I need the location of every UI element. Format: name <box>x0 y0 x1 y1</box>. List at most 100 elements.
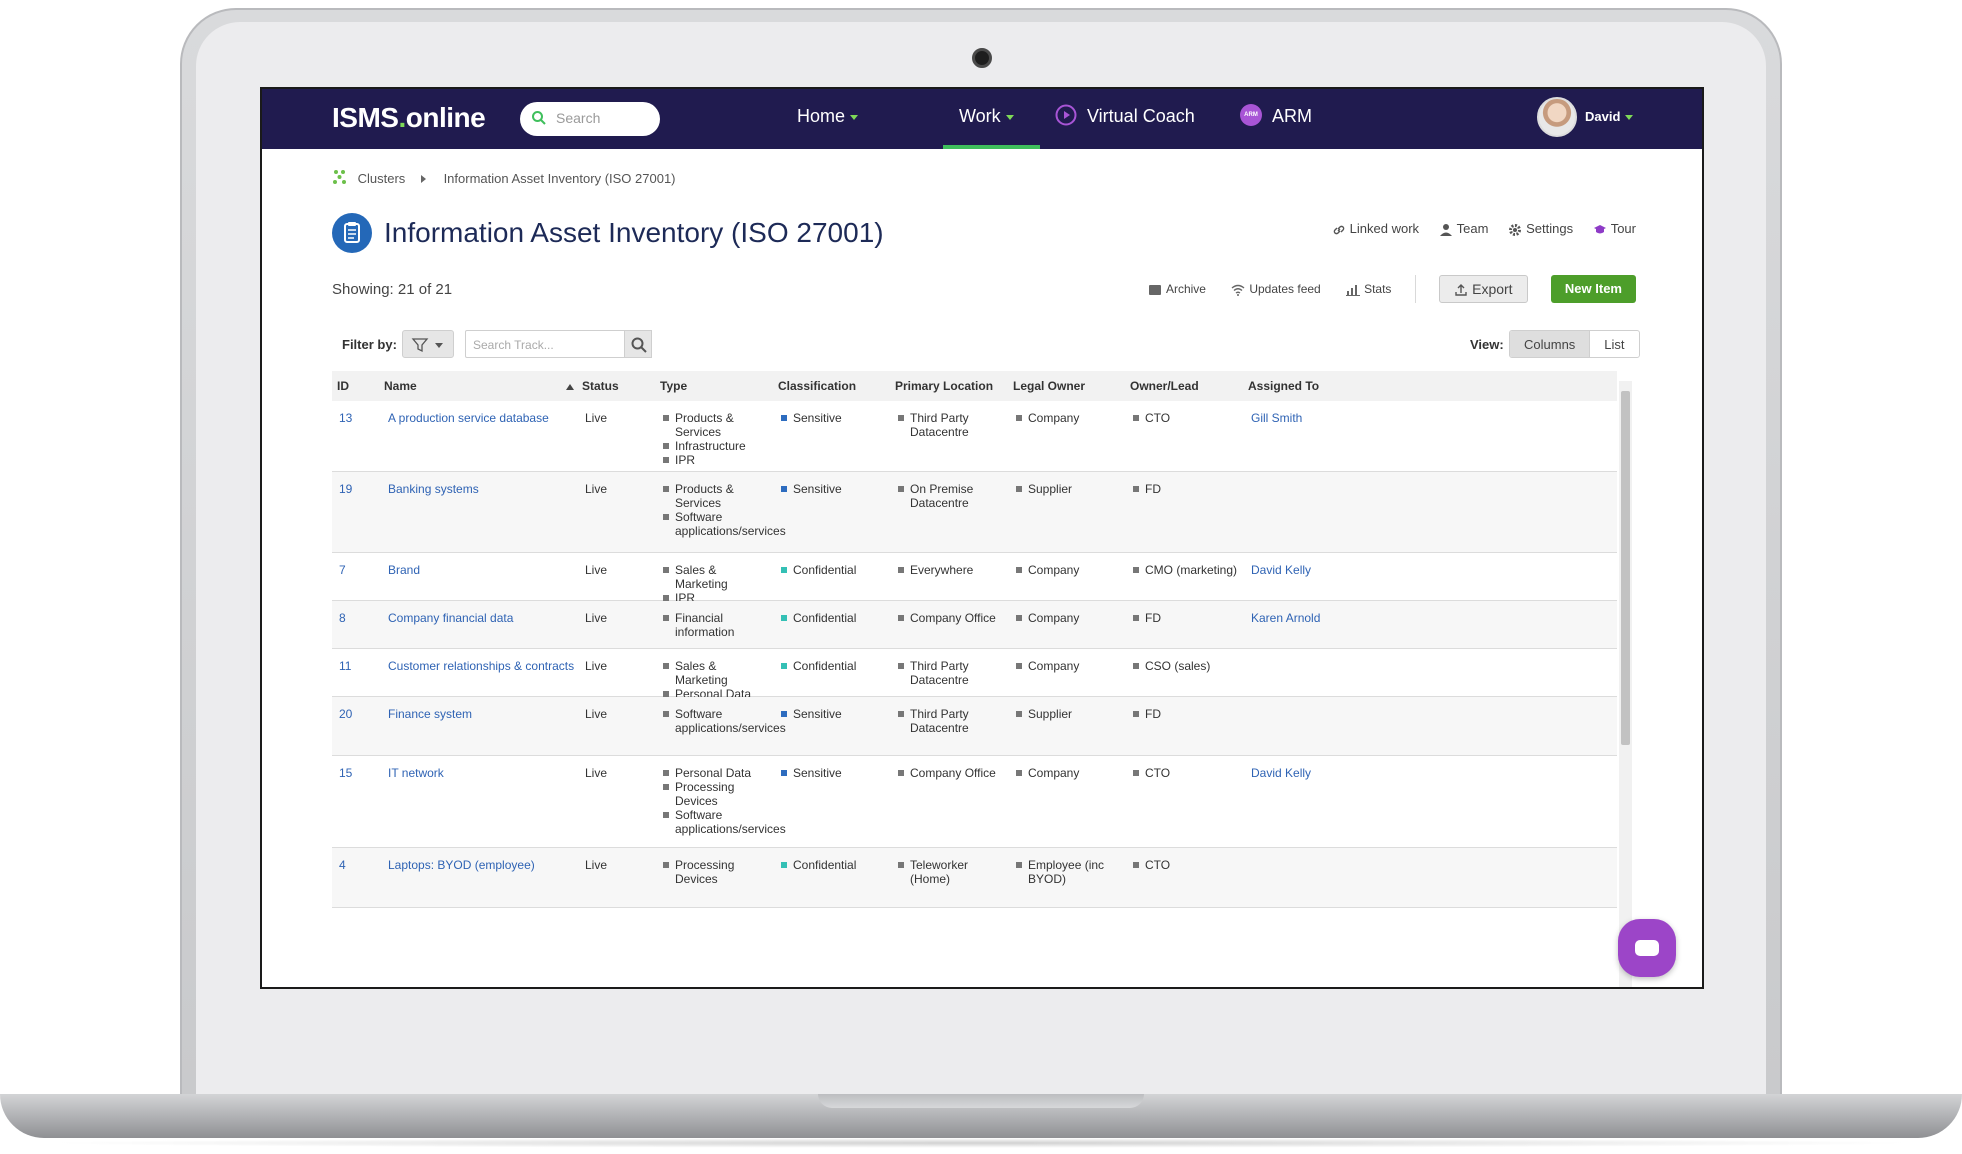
sort-asc-icon[interactable] <box>566 379 574 393</box>
new-item-button[interactable]: New Item <box>1550 275 1636 303</box>
asset-table: ID Name Status Type Classification Prima… <box>332 371 1632 987</box>
chat-button[interactable] <box>1618 919 1676 977</box>
row-id[interactable]: 13 <box>339 411 369 425</box>
table-row[interactable]: 7 Brand Live Sales & Marketing IPR Confidenti… <box>332 553 1617 605</box>
scrollbar[interactable] <box>1619 381 1632 987</box>
row-status: Live <box>585 766 608 780</box>
search-icon <box>631 337 647 353</box>
filter-dropdown[interactable] <box>402 330 454 358</box>
page-links: Linked work Team Settings Tour <box>1316 221 1636 237</box>
row-location: Company Office <box>898 766 998 780</box>
tour-link[interactable]: Tour <box>1593 221 1636 236</box>
breadcrumb-clusters[interactable]: Clusters <box>358 171 406 186</box>
view-label: View: <box>1470 337 1504 352</box>
stats-button[interactable]: Stats <box>1346 282 1391 296</box>
row-name-link[interactable]: IT network <box>388 766 578 780</box>
team-link[interactable]: Team <box>1439 221 1488 236</box>
row-type-item: Software applications/services <box>663 707 786 735</box>
bar-chart-icon <box>1346 284 1361 296</box>
row-name-link[interactable]: A production service database <box>388 411 578 425</box>
row-assigned-to[interactable]: David Kelly <box>1251 766 1351 780</box>
row-type: Software applications/services <box>663 707 786 735</box>
col-header-status[interactable]: Status <box>582 379 619 393</box>
view-columns-button[interactable]: Columns <box>1510 331 1591 357</box>
row-id[interactable]: 7 <box>339 563 369 577</box>
row-status: Live <box>585 611 608 625</box>
linked-work-link[interactable]: Linked work <box>1332 221 1419 236</box>
row-id[interactable]: 19 <box>339 482 369 496</box>
row-assigned-to[interactable]: David Kelly <box>1251 563 1351 577</box>
row-id[interactable]: 15 <box>339 766 369 780</box>
avatar[interactable] <box>1537 97 1577 137</box>
row-assigned-to[interactable]: Gill Smith <box>1251 411 1351 425</box>
row-location-value: Company Office <box>898 611 998 625</box>
col-header-legal-owner[interactable]: Legal Owner <box>1013 379 1085 393</box>
table-row[interactable]: 4 Laptops: BYOD (employee) Live Processing … <box>332 848 1617 908</box>
col-header-owner-lead[interactable]: Owner/Lead <box>1130 379 1199 393</box>
nav-virtual-coach[interactable]: Virtual Coach <box>1055 104 1195 128</box>
row-classification-value: Confidential <box>781 659 881 673</box>
clusters-icon <box>332 170 352 188</box>
row-owner-lead: CTO <box>1133 858 1243 872</box>
row-classification-value: Sensitive <box>781 766 881 780</box>
row-owner-lead-value: CTO <box>1133 766 1243 780</box>
search-placeholder: Search <box>556 110 601 126</box>
col-header-name[interactable]: Name <box>384 379 417 393</box>
nav-home[interactable]: Home <box>797 106 859 127</box>
row-name-link[interactable]: Brand <box>388 563 578 577</box>
row-classification-value: Confidential <box>781 563 881 577</box>
row-location: Company Office <box>898 611 998 625</box>
row-name-link[interactable]: Customer relationships & contracts <box>388 659 578 673</box>
global-search-input[interactable]: Search <box>520 102 660 136</box>
row-id[interactable]: 4 <box>339 858 369 872</box>
row-type-item: Software applications/services <box>663 510 786 538</box>
track-search-button[interactable] <box>624 330 652 358</box>
col-header-location[interactable]: Primary Location <box>895 379 993 393</box>
row-assigned-to[interactable]: Karen Arnold <box>1251 611 1351 625</box>
scrollbar-thumb[interactable] <box>1621 391 1630 745</box>
table-row[interactable]: 8 Company financial data Live Financial inf… <box>332 601 1617 649</box>
col-header-type[interactable]: Type <box>660 379 687 393</box>
table-row[interactable]: 11 Customer relationships & contracts Live… <box>332 649 1617 701</box>
view-list-button[interactable]: List <box>1590 331 1638 357</box>
updates-feed-button[interactable]: Updates feed <box>1231 282 1321 296</box>
row-legal-owner: Company <box>1016 766 1106 780</box>
isms-logo[interactable]: ISMS.online <box>332 102 486 134</box>
table-row[interactable]: 13 A production service database Live Produ… <box>332 401 1617 472</box>
webcam <box>972 48 992 68</box>
row-name-link[interactable]: Finance system <box>388 707 578 721</box>
table-row[interactable]: 19 Banking systems Live Products & Services… <box>332 472 1617 553</box>
settings-link[interactable]: Settings <box>1508 221 1573 236</box>
nav-work[interactable]: Work <box>959 106 1014 127</box>
row-legal-owner-value: Company <box>1016 766 1106 780</box>
row-type: Processing Devices <box>663 858 753 886</box>
row-type-item: Financial information <box>663 611 753 639</box>
row-owner-lead: CSO (sales) <box>1133 659 1243 673</box>
row-owner-lead: FD <box>1133 611 1243 625</box>
arm-icon: ARM <box>1240 104 1262 127</box>
row-classification-value: Confidential <box>781 858 881 872</box>
table-row[interactable]: 20 Finance system Live Software application… <box>332 697 1617 756</box>
table-row[interactable]: 15 IT network Live Personal Data Processing … <box>332 756 1617 848</box>
col-header-assigned[interactable]: Assigned To <box>1248 379 1319 393</box>
col-header-id[interactable]: ID <box>337 379 349 393</box>
laptop-notch <box>818 1094 1144 1108</box>
row-name-link[interactable]: Company financial data <box>388 611 578 625</box>
graduation-cap-icon <box>1593 224 1606 234</box>
row-location-value: Company Office <box>898 766 998 780</box>
col-header-classification[interactable]: Classification <box>778 379 856 393</box>
row-legal-owner-value: Company <box>1016 563 1106 577</box>
row-id[interactable]: 8 <box>339 611 369 625</box>
export-button[interactable]: Export <box>1439 275 1528 303</box>
row-name-link[interactable]: Laptops: BYOD (employee) <box>388 858 578 872</box>
nav-arm[interactable]: ARM ARM <box>1240 104 1312 128</box>
row-name-link[interactable]: Banking systems <box>388 482 578 496</box>
row-location: Everywhere <box>898 563 998 577</box>
row-id[interactable]: 20 <box>339 707 369 721</box>
active-tab-indicator <box>943 145 1040 149</box>
top-navbar: ISMS.online Search Home Work Virtual Coa… <box>262 89 1702 149</box>
archive-button[interactable]: Archive <box>1148 282 1206 296</box>
row-id[interactable]: 11 <box>339 659 369 673</box>
row-owner-lead-value: CMO (marketing) <box>1133 563 1243 577</box>
user-menu[interactable]: David <box>1585 109 1634 124</box>
